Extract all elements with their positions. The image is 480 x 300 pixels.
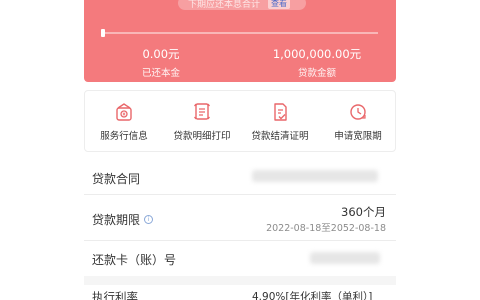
interest-rate-value: 4.90%[年化利率（单利）] — [252, 291, 373, 300]
action-service-bank[interactable]: 服务行信息 — [85, 91, 163, 153]
action-loan-statement-print[interactable]: 贷款明细打印 — [163, 91, 241, 153]
action-label: 服务行信息 — [100, 131, 148, 142]
action-label: 申请宽限期 — [334, 131, 382, 142]
interest-rate-label: 执行利率 — [92, 290, 138, 300]
info-icon[interactable]: i — [144, 215, 154, 224]
section-divider — [84, 276, 396, 285]
document-check-icon — [274, 103, 287, 121]
row-loan-contract[interactable]: 贷款合同 — [84, 160, 396, 195]
repayment-progress-bar — [101, 32, 378, 34]
loan-term-label-group: 贷款期限 i — [92, 211, 154, 228]
loan-term-label: 贷款期限 — [92, 213, 141, 227]
loan-detail-screen: 下期应还本息合计 查看 0.00元 已还本金 1,000,000.00元 贷款金… — [0, 0, 480, 300]
quick-actions-panel: 服务行信息 贷款明细打印 贷款结清证明 申请宽限期 — [84, 90, 396, 152]
notice-view-link[interactable]: 查看 — [268, 0, 291, 9]
repaid-label: 已还本金 — [141, 68, 180, 79]
loan-contract-label: 贷款合同 — [92, 172, 141, 186]
repaid-amount: 0.00元 — [142, 47, 180, 61]
loan-term-value: 360个月 — [341, 205, 386, 219]
loan-contract-number-redacted — [252, 170, 378, 182]
row-loan-term: 贷款期限 i 360个月 2022-08-18至2052-08-18 — [84, 195, 396, 241]
notice-text: 下期应还本息合计 — [188, 0, 261, 10]
repayment-card-number-redacted — [310, 252, 380, 264]
row-repayment-card[interactable]: 还款卡（账）号 — [84, 241, 396, 276]
action-apply-grace-period[interactable]: 申请宽限期 — [319, 91, 397, 153]
bank-service-icon — [116, 103, 132, 121]
clock-extend-icon — [350, 104, 366, 120]
loan-term-range: 2022-08-18至2052-08-18 — [266, 223, 386, 234]
scroll-print-icon — [194, 103, 210, 120]
loan-total-amount: 1,000,000.00元 — [272, 47, 362, 61]
repayment-card-label: 还款卡（账）号 — [92, 253, 177, 267]
action-label: 贷款明细打印 — [173, 131, 231, 142]
action-label: 贷款结清证明 — [251, 131, 309, 142]
loan-total-label: 贷款金额 — [297, 68, 336, 79]
repayment-progress-marker — [101, 29, 105, 37]
next-payment-notice[interactable]: 下期应还本息合计 查看 — [178, 0, 306, 10]
action-settlement-certificate[interactable]: 贷款结清证明 — [241, 91, 319, 153]
